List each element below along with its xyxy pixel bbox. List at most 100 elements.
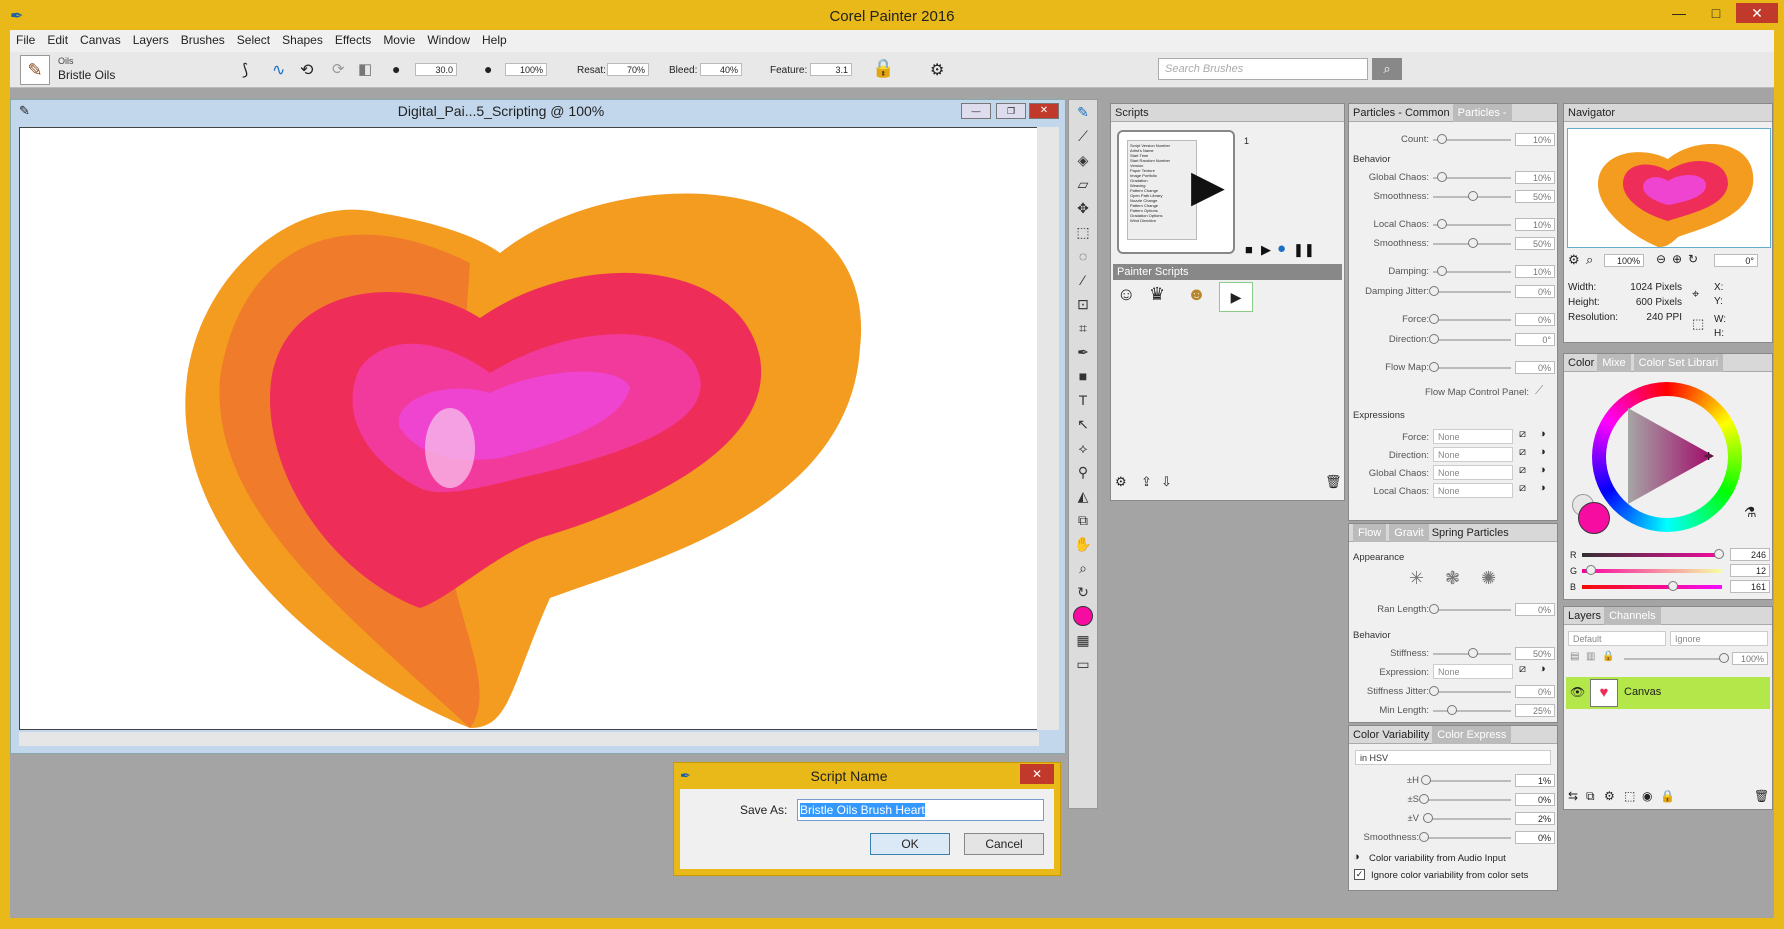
transform-icon[interactable]: ⊡: [1069, 292, 1097, 316]
navigator-settings-icon[interactable]: ⚙: [1568, 252, 1580, 268]
expression-invert-icon[interactable]: ⧄: [1519, 663, 1526, 676]
spring-particles-tab[interactable]: Spring Particles: [1432, 527, 1509, 539]
menu-movie[interactable]: Movie: [377, 30, 421, 50]
bleed-field[interactable]: 40%: [700, 63, 742, 76]
channels-tab[interactable]: Channels: [1604, 607, 1661, 625]
cv-smoothness-knob[interactable]: [1419, 832, 1429, 842]
expr-global-chaos-select[interactable]: None: [1433, 465, 1513, 480]
delete-layer-icon[interactable]: 🗑: [1754, 789, 1769, 803]
dab-icon[interactable]: ◧: [358, 60, 372, 78]
stiffness-jitter-knob[interactable]: [1429, 686, 1439, 696]
opacity-field[interactable]: 100%: [505, 63, 547, 76]
expression-select[interactable]: None: [1433, 664, 1513, 679]
expr-force-select[interactable]: None: [1433, 429, 1513, 444]
damping-knob[interactable]: [1437, 266, 1447, 276]
smoothness-value[interactable]: 50%: [1515, 190, 1555, 203]
doc-minimize-icon[interactable]: —: [961, 103, 991, 119]
script-export-icon[interactable]: ⇩: [1161, 474, 1172, 490]
script-thumb-3-icon[interactable]: ☻: [1187, 284, 1206, 305]
grabber-icon[interactable]: ✋: [1069, 532, 1097, 556]
count-knob[interactable]: [1437, 134, 1447, 144]
stiffness-value[interactable]: 50%: [1515, 647, 1555, 660]
menu-layers[interactable]: Layers: [127, 30, 175, 50]
ran-length-knob[interactable]: [1429, 604, 1439, 614]
reset-tool-icon[interactable]: ⟳: [332, 60, 345, 78]
h-value[interactable]: 1%: [1515, 774, 1555, 787]
expr-direction-invert-icon[interactable]: ⧄: [1519, 446, 1526, 459]
preserve-transparency-icon[interactable]: ▤: [1570, 651, 1579, 662]
rect-select-icon[interactable]: ⬚: [1069, 220, 1097, 244]
script-options-icon[interactable]: ⚙: [1115, 474, 1127, 490]
lasso-icon[interactable]: ◌: [1069, 244, 1097, 268]
global-chaos-knob[interactable]: [1437, 172, 1447, 182]
ran-length-slider[interactable]: [1433, 609, 1511, 611]
menu-window[interactable]: Window: [421, 30, 476, 50]
mixer-tab[interactable]: Mixe: [1597, 354, 1631, 372]
r-value[interactable]: 246: [1730, 548, 1770, 561]
s-slider[interactable]: [1423, 799, 1511, 801]
expr-local-chaos-select[interactable]: None: [1433, 483, 1513, 498]
expr-force-tablet-icon[interactable]: ◑: [1539, 428, 1546, 440]
force-value[interactable]: 0%: [1515, 313, 1555, 326]
menu-help[interactable]: Help: [476, 30, 513, 50]
layer-name[interactable]: Canvas: [1624, 686, 1661, 698]
ignore-color-sets-checkbox[interactable]: ✓: [1354, 869, 1365, 880]
layer-opacity-knob[interactable]: [1719, 653, 1729, 663]
text-tool-icon[interactable]: T: [1069, 388, 1097, 412]
menu-edit[interactable]: Edit: [41, 30, 74, 50]
expr-global-chaos-invert-icon[interactable]: ⧄: [1519, 464, 1526, 477]
expr-local-chaos-tablet-icon[interactable]: ◑: [1539, 482, 1546, 494]
expression-tablet-icon[interactable]: ◑: [1539, 663, 1546, 675]
force-knob[interactable]: [1429, 314, 1439, 324]
color-tab[interactable]: Color: [1568, 357, 1594, 369]
cv-smoothness-value[interactable]: 0%: [1515, 831, 1555, 844]
paint-bucket-icon[interactable]: ◈: [1069, 148, 1097, 172]
flow-map-knob[interactable]: [1429, 362, 1439, 372]
composite-depth-select[interactable]: Ignore: [1670, 631, 1768, 646]
damping-jitter-slider[interactable]: [1433, 291, 1511, 293]
dynamic-plugins-icon[interactable]: ⚙: [1604, 789, 1615, 803]
lock-layer-icon[interactable]: 🔒: [1602, 651, 1614, 662]
h-slider[interactable]: [1423, 780, 1511, 782]
brush-variant[interactable]: Bristle Oils: [58, 68, 115, 82]
expr-local-chaos-invert-icon[interactable]: ⧄: [1519, 482, 1526, 495]
smoothness2-knob[interactable]: [1468, 238, 1478, 248]
stiffness-knob[interactable]: [1468, 648, 1478, 658]
stiffness-jitter-slider[interactable]: [1433, 691, 1511, 693]
main-color-swatch[interactable]: [1069, 604, 1097, 628]
direction-value[interactable]: 0°: [1515, 333, 1555, 346]
flow-map-slider[interactable]: [1433, 367, 1511, 369]
r-slider[interactable]: [1582, 553, 1722, 557]
pen-tool-icon[interactable]: ✒: [1069, 340, 1097, 364]
color-set-library-tab[interactable]: Color Set Librari: [1633, 354, 1724, 372]
g-knob[interactable]: [1586, 565, 1596, 575]
min-length-slider[interactable]: [1433, 710, 1511, 712]
global-chaos-value[interactable]: 10%: [1515, 171, 1555, 184]
navigator-zoom-out-icon[interactable]: ⊖: [1656, 252, 1666, 266]
magnifier-icon[interactable]: ⌕: [1069, 556, 1097, 580]
rectangle-shape-icon[interactable]: ■: [1069, 364, 1097, 388]
layer-lock-icon[interactable]: 🔒: [1660, 789, 1675, 803]
new-layer-icon[interactable]: ⬚: [1624, 789, 1635, 803]
navigator-zoom-in-icon[interactable]: ⊕: [1672, 252, 1682, 266]
brush-tool-icon[interactable]: ⟆: [242, 60, 248, 80]
cv-smoothness-slider[interactable]: [1423, 837, 1511, 839]
size-field[interactable]: 30.0: [415, 63, 457, 76]
menu-select[interactable]: Select: [231, 30, 276, 50]
appearance-star-icon[interactable]: ✳: [1409, 568, 1424, 589]
freehand-icon[interactable]: ∿: [272, 60, 285, 80]
b-knob[interactable]: [1668, 581, 1678, 591]
color-variability-mode[interactable]: in HSV: [1355, 750, 1551, 765]
appearance-cloud-icon[interactable]: ❃: [1445, 568, 1460, 589]
particles-tab2[interactable]: Particles -: [1452, 104, 1512, 122]
b-value[interactable]: 161: [1730, 580, 1770, 593]
smoothness2-value[interactable]: 50%: [1515, 237, 1555, 250]
lock-icon[interactable]: 🔒: [872, 58, 894, 79]
b-slider[interactable]: [1582, 585, 1722, 589]
menu-file[interactable]: File: [10, 30, 41, 50]
gravity-tab[interactable]: Gravit: [1389, 524, 1429, 542]
ok-button[interactable]: OK: [870, 833, 950, 855]
shape-select-icon[interactable]: ↖: [1069, 412, 1097, 436]
script-thumbnail[interactable]: Script Version Number Artist's Name Start …: [1117, 130, 1235, 254]
screen-mode-icon[interactable]: ▭: [1069, 652, 1097, 676]
